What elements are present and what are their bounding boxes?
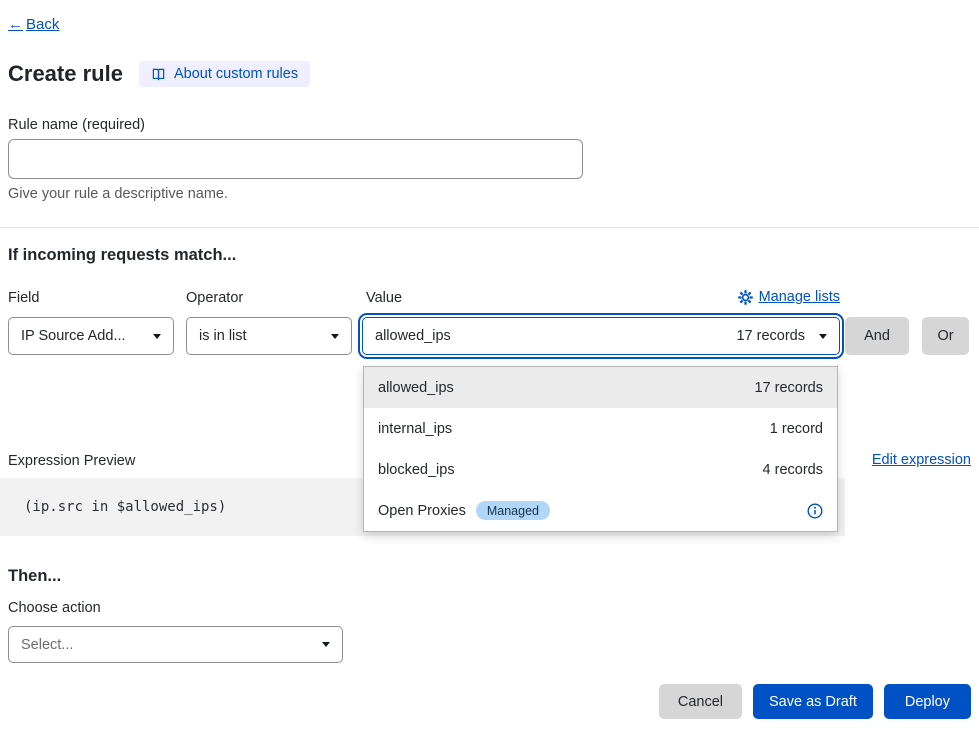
chevron-down-icon <box>331 334 339 339</box>
deploy-button[interactable]: Deploy <box>884 684 971 719</box>
manage-lists-label: Manage lists <box>759 289 840 305</box>
list-option-open-proxies[interactable]: Open Proxies Managed <box>364 490 837 531</box>
cancel-button[interactable]: Cancel <box>659 684 742 719</box>
list-option-internal-ips[interactable]: internal_ips 1 record <box>364 408 837 449</box>
title-row: Create rule About custom rules <box>8 61 310 87</box>
back-link[interactable]: ← Back <box>8 16 59 33</box>
list-option-count: 1 record <box>770 421 823 437</box>
page-title: Create rule <box>8 61 123 87</box>
list-option-blocked-ips[interactable]: blocked_ips 4 records <box>364 449 837 490</box>
value-select-record-count: 17 records <box>736 328 805 344</box>
rule-name-input[interactable] <box>8 139 583 179</box>
choose-action-label: Choose action <box>8 600 101 616</box>
field-column-label: Field <box>8 290 39 306</box>
gear-icon <box>738 290 753 305</box>
operator-select-value: is in list <box>199 328 247 344</box>
and-button[interactable]: And <box>845 317 909 355</box>
expression-preview-label: Expression Preview <box>8 453 135 469</box>
or-button[interactable]: Or <box>922 317 969 355</box>
edit-expression-link[interactable]: Edit expression <box>872 452 971 468</box>
list-option-count: 4 records <box>763 462 823 478</box>
list-option-allowed-ips[interactable]: allowed_ips 17 records <box>364 367 837 408</box>
about-custom-rules-label: About custom rules <box>174 66 298 82</box>
list-option-name: allowed_ips <box>378 380 454 396</box>
match-section-title: If incoming requests match... <box>8 246 236 265</box>
list-option-name: blocked_ips <box>378 462 455 478</box>
managed-badge: Managed <box>476 501 550 520</box>
chevron-down-icon <box>153 334 161 339</box>
rule-name-help-text: Give your rule a descriptive name. <box>8 186 228 202</box>
info-icon[interactable] <box>807 503 823 519</box>
book-icon <box>151 67 166 82</box>
list-option-count: 17 records <box>754 380 823 396</box>
manage-lists-link[interactable]: Manage lists <box>738 289 840 305</box>
back-arrow-icon: ← <box>8 16 23 33</box>
list-dropdown-menu: allowed_ips 17 records internal_ips 1 re… <box>363 366 838 532</box>
footer-actions: Cancel Save as Draft Deploy <box>659 684 971 719</box>
save-as-draft-button[interactable]: Save as Draft <box>753 684 873 719</box>
operator-column-label: Operator <box>186 290 243 306</box>
action-select-placeholder: Select... <box>21 637 73 653</box>
expression-code-text: (ip.src in $allowed_ips) <box>24 499 226 515</box>
field-select-value: IP Source Add... <box>21 328 126 344</box>
chevron-down-icon <box>322 642 330 647</box>
field-select[interactable]: IP Source Add... <box>8 317 174 355</box>
value-column-label: Value <box>366 290 402 306</box>
action-select[interactable]: Select... <box>8 626 343 663</box>
create-rule-page: ← Back Create rule About custom rules Ru… <box>0 0 979 739</box>
list-option-name: Open Proxies <box>378 503 466 519</box>
rule-name-label: Rule name (required) <box>8 117 145 133</box>
section-divider <box>0 227 979 228</box>
value-select-value: allowed_ips <box>375 328 451 344</box>
value-select[interactable]: allowed_ips 17 records <box>362 317 840 355</box>
then-section-title: Then... <box>8 567 61 586</box>
operator-select[interactable]: is in list <box>186 317 352 355</box>
about-custom-rules-link[interactable]: About custom rules <box>139 61 310 87</box>
back-label: Back <box>26 16 59 33</box>
list-option-name: internal_ips <box>378 421 452 437</box>
chevron-down-icon <box>819 334 827 339</box>
